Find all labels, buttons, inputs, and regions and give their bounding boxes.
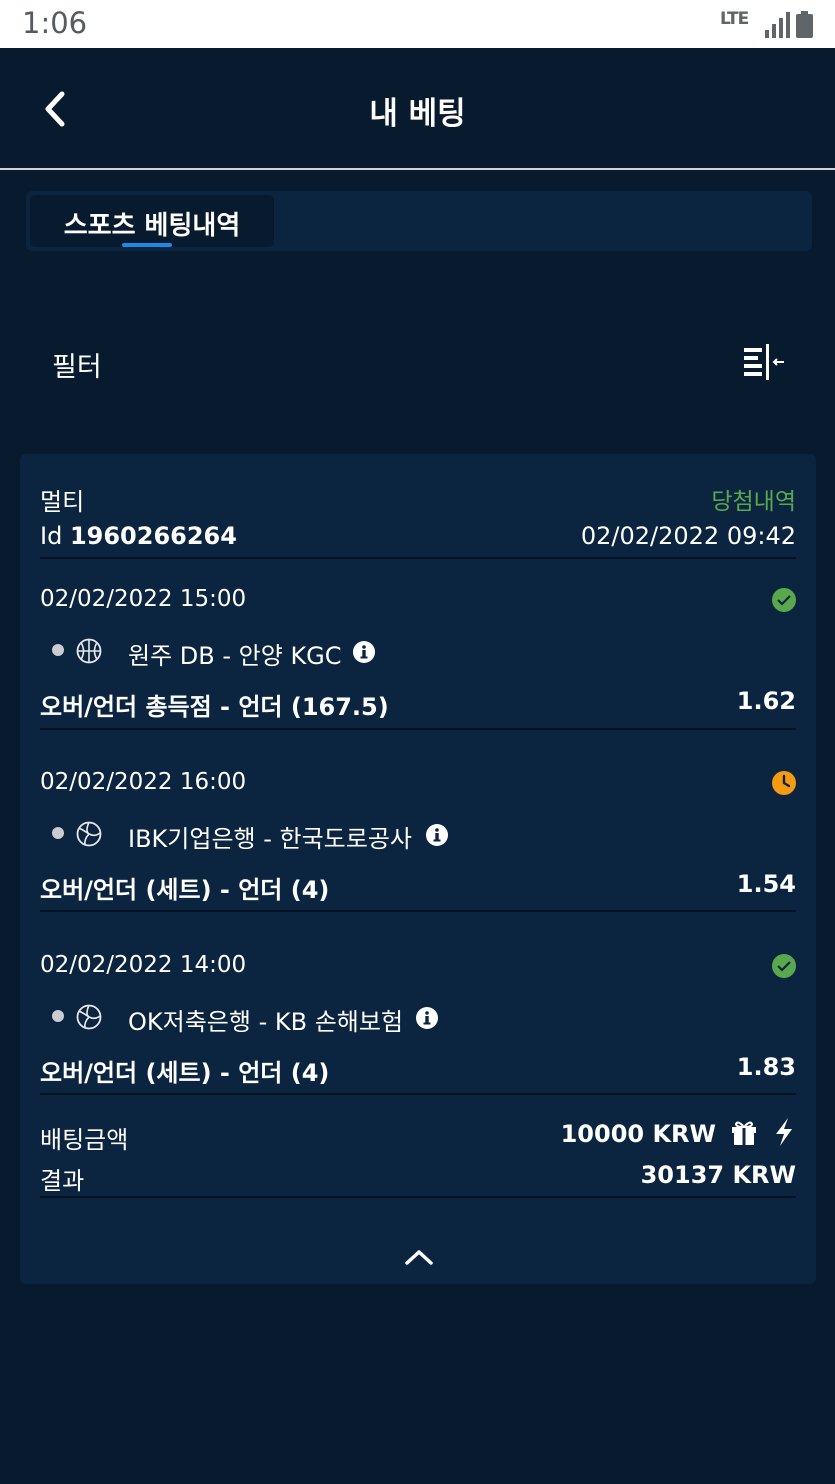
selection-datetime: 02/02/2022 16:00 <box>40 769 247 795</box>
status-time: 1:06 <box>22 6 88 40</box>
selection-match: OK저축은행 - KB 손해보험 <box>128 1008 404 1036</box>
selection-datetime: 02/02/2022 15:00 <box>40 586 247 612</box>
volleyball-icon <box>76 1004 102 1030</box>
bet-id: 1960266264 <box>69 522 237 550</box>
clock-icon <box>772 771 796 795</box>
app-header: 내 베팅 <box>0 48 835 170</box>
network-type: LTE <box>720 9 749 29</box>
check-circle-icon <box>772 588 796 612</box>
selection-market: 오버/언더 (세트) - 언더 (4) <box>40 1059 330 1087</box>
bet-type: 멀티 <box>40 488 85 516</box>
gift-icon <box>732 1121 756 1145</box>
bet-id-prefix: Id <box>40 522 63 550</box>
result-label: 결과 <box>40 1167 85 1195</box>
battery-icon <box>796 11 813 38</box>
divider <box>40 910 796 912</box>
tab-active-indicator <box>122 243 172 247</box>
divider <box>40 1093 796 1095</box>
bet-card: 멀티 당첨내역 Id 1960266264 02/02/2022 09:42 0… <box>20 454 816 1284</box>
chevron-up-icon[interactable] <box>404 1247 434 1267</box>
selection-market: 오버/언더 (세트) - 언더 (4) <box>40 876 330 904</box>
selection-datetime: 02/02/2022 14:00 <box>40 952 247 978</box>
stake-label: 배팅금액 <box>40 1126 129 1154</box>
selection-odds: 1.62 <box>736 687 796 715</box>
divider <box>40 557 796 559</box>
signal-icon <box>765 12 790 38</box>
check-circle-icon <box>772 954 796 978</box>
tab-bar: 스포츠 베팅내역 <box>26 191 812 251</box>
lightning-icon <box>776 1118 792 1146</box>
info-icon[interactable] <box>352 640 376 664</box>
tab-sports-bet-history[interactable]: 스포츠 베팅내역 <box>30 195 274 247</box>
selection-odds: 1.54 <box>736 870 796 898</box>
bullet <box>52 644 64 656</box>
selection-odds: 1.83 <box>736 1053 796 1081</box>
divider <box>40 1196 796 1198</box>
selection-match: IBK기업은행 - 한국도로공사 <box>128 825 412 853</box>
tab-label: 스포츠 베팅내역 <box>63 211 241 241</box>
bullet <box>52 827 64 839</box>
bet-id-row: Id 1960266264 <box>40 522 237 550</box>
selection-market: 오버/언더 총득점 - 언더 (167.5) <box>40 693 389 721</box>
selection-match: 원주 DB - 안양 KGC <box>128 642 342 670</box>
bullet <box>52 1010 64 1022</box>
info-icon[interactable] <box>425 823 449 847</box>
result-value: 30137 KRW <box>640 1161 796 1189</box>
volleyball-icon <box>76 821 102 847</box>
filter-label: 필터 <box>52 352 102 383</box>
bet-placed-at: 02/02/2022 09:42 <box>580 522 796 550</box>
basketball-icon <box>76 638 102 664</box>
filter-collapse-icon[interactable] <box>738 340 786 386</box>
bet-status: 당첨내역 <box>711 489 796 515</box>
divider <box>40 728 796 730</box>
stake-value: 10000 KRW <box>560 1120 716 1148</box>
page-title: 내 베팅 <box>369 96 466 132</box>
status-bar: 1:06 LTE <box>0 0 835 48</box>
info-icon[interactable] <box>415 1006 439 1030</box>
